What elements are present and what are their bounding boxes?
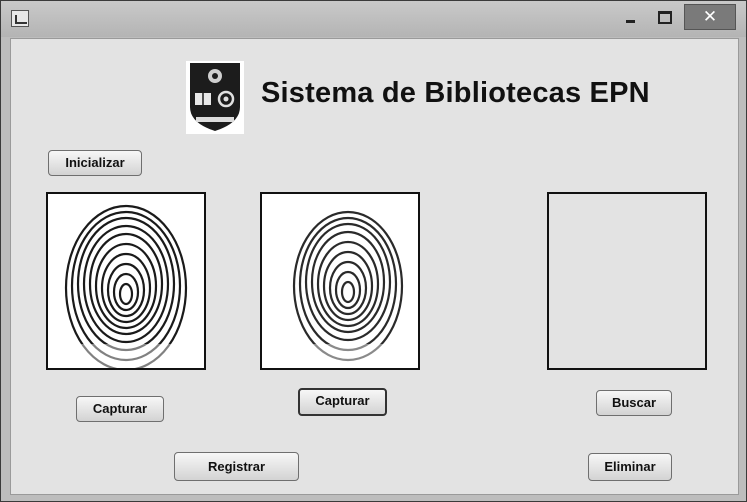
epn-shield-logo (186, 61, 244, 134)
search-button[interactable]: Buscar (596, 390, 672, 416)
capture-button-2[interactable]: Capturar (298, 388, 387, 416)
page-title: Sistema de Bibliotecas EPN (261, 77, 650, 109)
delete-button[interactable]: Eliminar (588, 453, 672, 481)
search-result-panel (547, 192, 707, 370)
fingerprint-image-2 (262, 194, 418, 368)
fingerprint-image-1 (48, 194, 204, 368)
title-bar[interactable]: ✕ (1, 1, 746, 37)
fingerprint-capture-panel-2 (260, 192, 420, 370)
maximize-button[interactable] (649, 5, 679, 29)
minimize-button[interactable] (615, 5, 645, 29)
app-window: ✕ Sistema de Bibliotecas EPN Inicializar (0, 0, 747, 502)
close-button[interactable]: ✕ (684, 4, 736, 30)
register-button[interactable]: Registrar (174, 452, 299, 481)
fingerprint-capture-panel-1 (46, 192, 206, 370)
initialize-button[interactable]: Inicializar (48, 150, 142, 176)
java-cup-icon[interactable] (11, 10, 29, 27)
main-panel: Sistema de Bibliotecas EPN Inicializar C… (10, 38, 739, 495)
capture-button-1[interactable]: Capturar (76, 396, 164, 422)
close-icon: ✕ (702, 7, 718, 26)
